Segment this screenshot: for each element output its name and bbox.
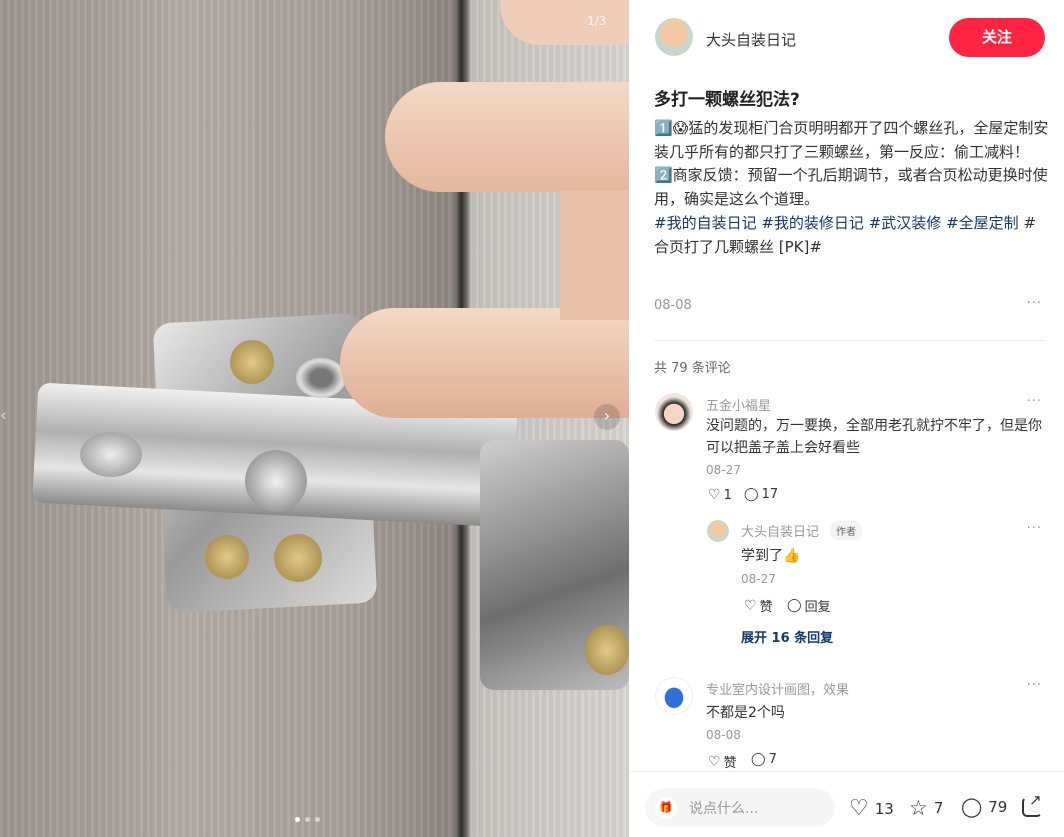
comment-text: 没问题的，万一要换，全部用老孔就拧不牢了，但是你可以把盖子盖上会好看些: [706, 418, 1042, 456]
next-image-arrow[interactable]: ›: [594, 404, 620, 430]
comment-bubble-icon: ◯: [744, 487, 759, 502]
screw: [230, 340, 274, 384]
bottom-bar-divider: [629, 771, 1064, 772]
post-date: 08-08: [654, 298, 692, 313]
reply-author-name[interactable]: 大头自装日记: [741, 521, 819, 540]
comment-bubble-icon: ◯: [751, 752, 766, 767]
tag-link[interactable]: #武汉装修: [869, 214, 942, 232]
comment-more-icon[interactable]: ···: [1027, 394, 1042, 409]
finger: [340, 308, 629, 418]
share-icon[interactable]: ↗: [1022, 791, 1042, 817]
post-line-1: 1️⃣😱猛的发现柜门合页明明都开了四个螺丝孔，全屋定制安装几乎所有的都只打了三颗…: [654, 119, 1049, 161]
heart-icon: ♡: [744, 597, 757, 614]
post-body: 1️⃣😱猛的发现柜门合页明明都开了四个螺丝孔，全屋定制安装几乎所有的都只打了三颗…: [654, 117, 1049, 259]
post-line-2: 2️⃣商家反馈：预留一个孔后期调节，或者合页松动更换时使用，确实是这么个道理。: [654, 166, 1048, 209]
tag-link[interactable]: #全屋定制: [946, 214, 1019, 232]
reply-reply-button[interactable]: ◯ 回复: [787, 596, 831, 615]
commenter-avatar[interactable]: [655, 677, 693, 715]
post-detail-panel: 大头自装日记 关注 多打一颗螺丝犯法? 1️⃣😱猛的发现柜门合页明明都开了四个螺…: [629, 0, 1064, 837]
gift-icon: 🎁: [655, 796, 677, 819]
comment-bubble-icon: ◯: [787, 598, 802, 613]
comment-date: 08-08: [706, 728, 741, 742]
comment-reply-button[interactable]: ◯ 7: [751, 752, 777, 767]
post-title: 多打一颗螺丝犯法?: [654, 90, 800, 110]
screw-hole: [296, 358, 346, 398]
post-more-icon[interactable]: ···: [1027, 296, 1042, 311]
image-counter: 1/3: [587, 14, 607, 28]
comment-button[interactable]: ◯ 79: [961, 796, 1007, 818]
comment-input[interactable]: 🎁 说点什么...: [645, 788, 835, 827]
like-button[interactable]: ♡ 13: [849, 796, 894, 821]
comment-like-button[interactable]: ♡ 1: [708, 487, 732, 503]
reply-like-button[interactable]: ♡ 赞: [744, 596, 773, 616]
tag-link[interactable]: #我的装修日记: [761, 214, 864, 232]
author-badge: 作者: [830, 521, 862, 540]
reply-text: 学到了👍: [741, 548, 801, 564]
post-image[interactable]: 1/3 ‹ ›: [0, 0, 629, 837]
screw: [245, 450, 307, 512]
dot[interactable]: [305, 817, 310, 822]
comments-count: 共 79 条评论: [654, 361, 731, 376]
reply-date: 08-27: [741, 572, 776, 586]
screw: [585, 625, 629, 675]
star-icon: ☆: [909, 796, 928, 820]
commenter-name[interactable]: 专业室内设计画图，效果: [706, 679, 849, 698]
screw: [205, 535, 249, 579]
reply-more-icon[interactable]: ···: [1027, 521, 1042, 536]
dot[interactable]: [315, 817, 320, 822]
commenter-name[interactable]: 五金小福星: [706, 395, 771, 414]
comment-text: 不都是2个吗: [706, 705, 785, 721]
palm: [560, 190, 629, 320]
divider: [654, 340, 1044, 341]
follow-button[interactable]: 关注: [949, 18, 1045, 57]
prev-image-arrow[interactable]: ‹: [0, 405, 22, 435]
comment-placeholder: 说点什么...: [689, 800, 759, 817]
collect-button[interactable]: ☆ 7: [909, 796, 943, 820]
post-tags: #我的自装日记 #我的装修日记 #武汉装修 #全屋定制 #合页打了几颗螺丝 [P…: [654, 212, 1049, 259]
comment-bubble-icon: ◯: [961, 796, 983, 818]
comment-more-icon[interactable]: ···: [1027, 678, 1042, 693]
comment-date: 08-27: [706, 463, 741, 477]
comment-reply-button[interactable]: ◯ 17: [744, 487, 778, 502]
screw: [80, 432, 142, 477]
heart-icon: ♡: [708, 753, 721, 770]
screw: [274, 534, 322, 582]
heart-icon: ♡: [708, 487, 721, 503]
dot-active[interactable]: [295, 817, 300, 822]
image-dots: [295, 817, 320, 822]
finger: [385, 82, 629, 192]
reply-avatar[interactable]: [707, 520, 729, 542]
finger: [500, 0, 629, 45]
comment-like-button[interactable]: ♡ 赞: [708, 752, 737, 772]
author-name[interactable]: 大头自装日记: [706, 29, 796, 50]
expand-replies-link[interactable]: 展开 16 条回复: [741, 627, 833, 646]
commenter-avatar[interactable]: [655, 393, 693, 431]
tag-link[interactable]: #我的自装日记: [654, 214, 757, 232]
author-avatar[interactable]: [655, 18, 693, 56]
heart-icon: ♡: [849, 796, 869, 821]
